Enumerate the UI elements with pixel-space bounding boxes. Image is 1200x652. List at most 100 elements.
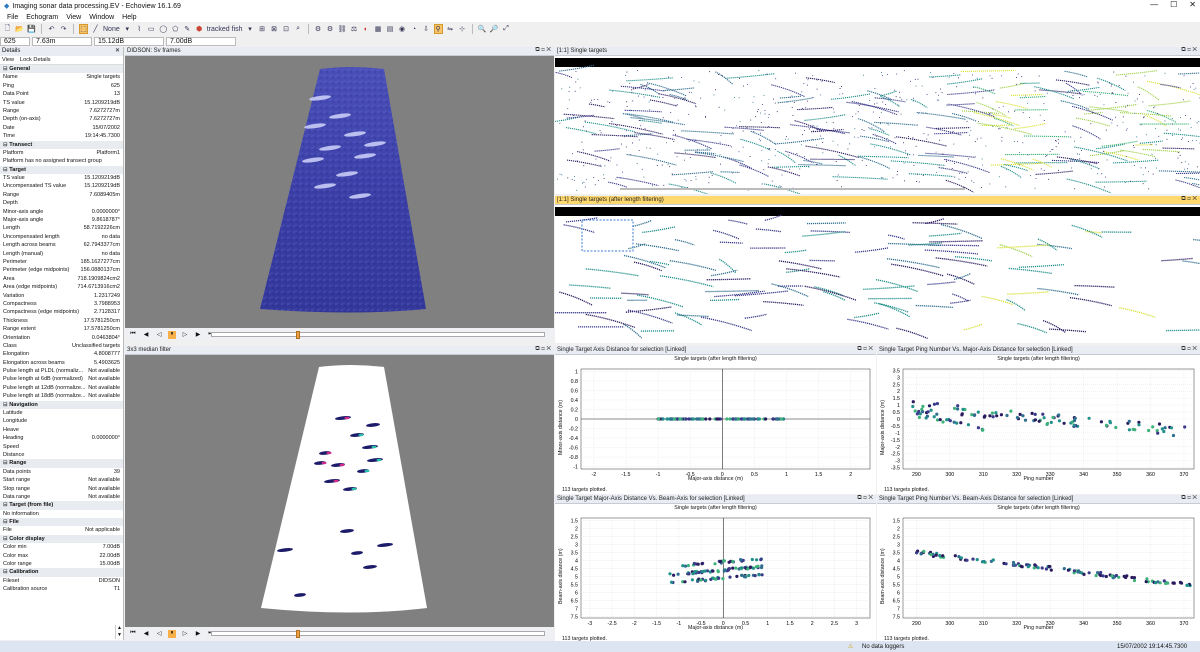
- minimize-button[interactable]: —: [1150, 0, 1158, 9]
- details-property-row[interactable]: Heave: [0, 426, 123, 434]
- menu-window[interactable]: Window: [89, 14, 114, 21]
- prev-frame-icon[interactable]: ◀: [142, 630, 150, 638]
- details-section-header[interactable]: General: [0, 65, 123, 74]
- line-pick-icon[interactable]: ╱: [91, 24, 100, 34]
- details-property-row[interactable]: File Not applicable: [0, 526, 123, 534]
- plot-panel-controls[interactable]: ⧉ ◻ ✕: [1181, 346, 1197, 353]
- menu-echogram[interactable]: Echogram: [26, 14, 58, 21]
- fit-icon[interactable]: ⊹: [458, 24, 467, 34]
- step-back-icon[interactable]: ◁: [155, 630, 163, 638]
- scatter-plot[interactable]: Single targets (after length filtering) 2…: [877, 355, 1200, 494]
- details-property-row[interactable]: Fileset DIDSON: [0, 577, 123, 585]
- details-property-row[interactable]: Minor-axis angle 0.0000000°: [0, 208, 123, 216]
- scatter-plot[interactable]: Single targets (after length filtering) 2…: [877, 504, 1200, 643]
- details-property-row[interactable]: Heading 0.0000000°: [0, 434, 123, 442]
- menu-view[interactable]: View: [66, 14, 81, 21]
- details-section-header[interactable]: File: [0, 518, 123, 527]
- slider-thumb[interactable]: [296, 630, 300, 638]
- dataflow-icon[interactable]: ⛓: [338, 24, 347, 34]
- play-icon[interactable]: ▶: [194, 331, 202, 339]
- details-property-row[interactable]: Uncompensated length no data: [0, 233, 123, 241]
- details-property-row[interactable]: Stop range Not available: [0, 485, 123, 493]
- variable-icon[interactable]: ⚙: [314, 24, 323, 34]
- step-forward-icon[interactable]: ▷: [181, 630, 189, 638]
- details-property-row[interactable]: Date 15/07/2002: [0, 124, 123, 132]
- details-property-row[interactable]: Color min 7.00dB: [0, 543, 123, 551]
- measure-icon[interactable]: ⊡: [282, 24, 291, 34]
- brush-icon[interactable]: ✎: [183, 24, 192, 34]
- details-property-row[interactable]: Data points 39: [0, 468, 123, 476]
- details-property-row[interactable]: Color max 22.00dB: [0, 552, 123, 560]
- details-property-row[interactable]: Perimeter 185.1627277cm: [0, 258, 123, 266]
- line-draw-icon[interactable]: ⌇: [135, 24, 144, 34]
- calibration-icon[interactable]: ⚖: [350, 24, 359, 34]
- details-property-row[interactable]: Area (edge midpoints) 714.6713916cm2: [0, 283, 123, 291]
- details-property-row[interactable]: Compactness 3.7988953: [0, 300, 123, 308]
- details-section-header[interactable]: Target (from file): [0, 501, 123, 510]
- slider-thumb[interactable]: [296, 331, 300, 339]
- didson-frame-slider[interactable]: [211, 331, 545, 339]
- details-property-row[interactable]: Range 7.6272727m: [0, 107, 123, 115]
- details-property-row[interactable]: Thickness 17.5781250cm: [0, 317, 123, 325]
- chevron-down-icon[interactable]: ▾: [246, 24, 255, 34]
- zoom-in-icon[interactable]: 🔍: [478, 24, 487, 34]
- details-property-row[interactable]: Latitude: [0, 409, 123, 417]
- details-property-row[interactable]: Pulse length at 12dB (normalize... Not av…: [0, 384, 123, 392]
- first-frame-icon[interactable]: ⏮: [129, 331, 137, 339]
- scatter-plot[interactable]: Single targets (after length filtering) -…: [555, 504, 876, 643]
- close-button[interactable]: ✕: [1189, 0, 1196, 9]
- details-property-row[interactable]: Length across beams 62.7943377cm: [0, 241, 123, 249]
- details-property-row[interactable]: Ping 625: [0, 82, 123, 90]
- plot-panel-controls[interactable]: ⧉ ◻ ✕: [1181, 495, 1197, 502]
- details-property-row[interactable]: Distance: [0, 451, 123, 459]
- details-property-row[interactable]: Data Point 13: [0, 90, 123, 98]
- details-property-row[interactable]: Length 58.7192226cm: [0, 224, 123, 232]
- details-property-row[interactable]: Calibration source T1: [0, 585, 123, 593]
- details-property-row[interactable]: Area 718.1909824cm2: [0, 275, 123, 283]
- st2-echogram[interactable]: [555, 205, 1200, 343]
- maximize-button[interactable]: ☐: [1170, 0, 1177, 9]
- details-property-row[interactable]: Pulse length at 6dB (normalized) Not avai…: [0, 375, 123, 383]
- details-property-row[interactable]: Uncompensated TS value 15.1209219dB: [0, 182, 123, 190]
- details-property-row[interactable]: TS value 15.1209219dB: [0, 174, 123, 182]
- details-property-row[interactable]: Variation 1.2317249: [0, 292, 123, 300]
- layout-icon[interactable]: ▤: [386, 24, 395, 34]
- step-back-icon[interactable]: ◁: [155, 331, 163, 339]
- save-icon[interactable]: 💾: [27, 24, 36, 34]
- details-property-row[interactable]: Start range Not available: [0, 476, 123, 484]
- new-icon[interactable]: 🗋: [3, 24, 12, 34]
- select-tool-icon[interactable]: ⬚: [79, 24, 88, 34]
- details-property-row[interactable]: TS value 15.1209219dB: [0, 99, 123, 107]
- details-note[interactable]: No information: [0, 510, 123, 518]
- details-property-row[interactable]: Range extent 17.5781250cm: [0, 325, 123, 333]
- st-echogram[interactable]: [555, 56, 1200, 194]
- details-lock-menu[interactable]: Lock Details: [20, 56, 50, 64]
- details-property-row[interactable]: Data range Not available: [0, 493, 123, 501]
- menu-help[interactable]: Help: [122, 14, 136, 21]
- details-note[interactable]: Platform has no assigned transect group: [0, 157, 123, 165]
- details-property-row[interactable]: Platform Platform1: [0, 149, 123, 157]
- fish-track-icon[interactable]: ⬢: [195, 24, 204, 34]
- undo-icon[interactable]: ↶: [47, 24, 56, 34]
- color-scheme-icon[interactable]: ◐: [362, 24, 371, 34]
- median-panel-controls[interactable]: ⧉ ◻ ✕: [535, 346, 551, 353]
- details-property-row[interactable]: Length (manual) no data: [0, 250, 123, 258]
- play-icon[interactable]: ▶: [194, 630, 202, 638]
- details-section-header[interactable]: Navigation: [0, 400, 123, 410]
- region-icon[interactable]: ▦: [374, 24, 383, 34]
- ellipse-icon[interactable]: ◯: [159, 24, 168, 34]
- didson-panel-controls[interactable]: ⧉ ◻ ✕: [535, 47, 551, 54]
- details-section-header[interactable]: Calibration: [0, 568, 123, 577]
- cruise-track-icon[interactable]: ◉: [398, 24, 407, 34]
- details-scrollbar[interactable]: ▲ ▼: [115, 625, 123, 639]
- st-panel-controls[interactable]: ⧉ ◻ ✕: [1181, 47, 1197, 54]
- chevron-down-icon[interactable]: ▾: [123, 24, 132, 34]
- details-property-row[interactable]: Elongation 4.8008777: [0, 350, 123, 358]
- zoom-out-icon[interactable]: 🔎: [490, 24, 499, 34]
- polygon-icon[interactable]: ⬠: [171, 24, 180, 34]
- details-property-row[interactable]: Speed: [0, 443, 123, 451]
- details-property-row[interactable]: Depth: [0, 199, 123, 207]
- details-property-row[interactable]: Color range 15.00dB: [0, 560, 123, 568]
- details-property-row[interactable]: Compactness (edge midpoints) 2.7128317: [0, 308, 123, 316]
- analysis-icon[interactable]: ◔: [410, 24, 419, 34]
